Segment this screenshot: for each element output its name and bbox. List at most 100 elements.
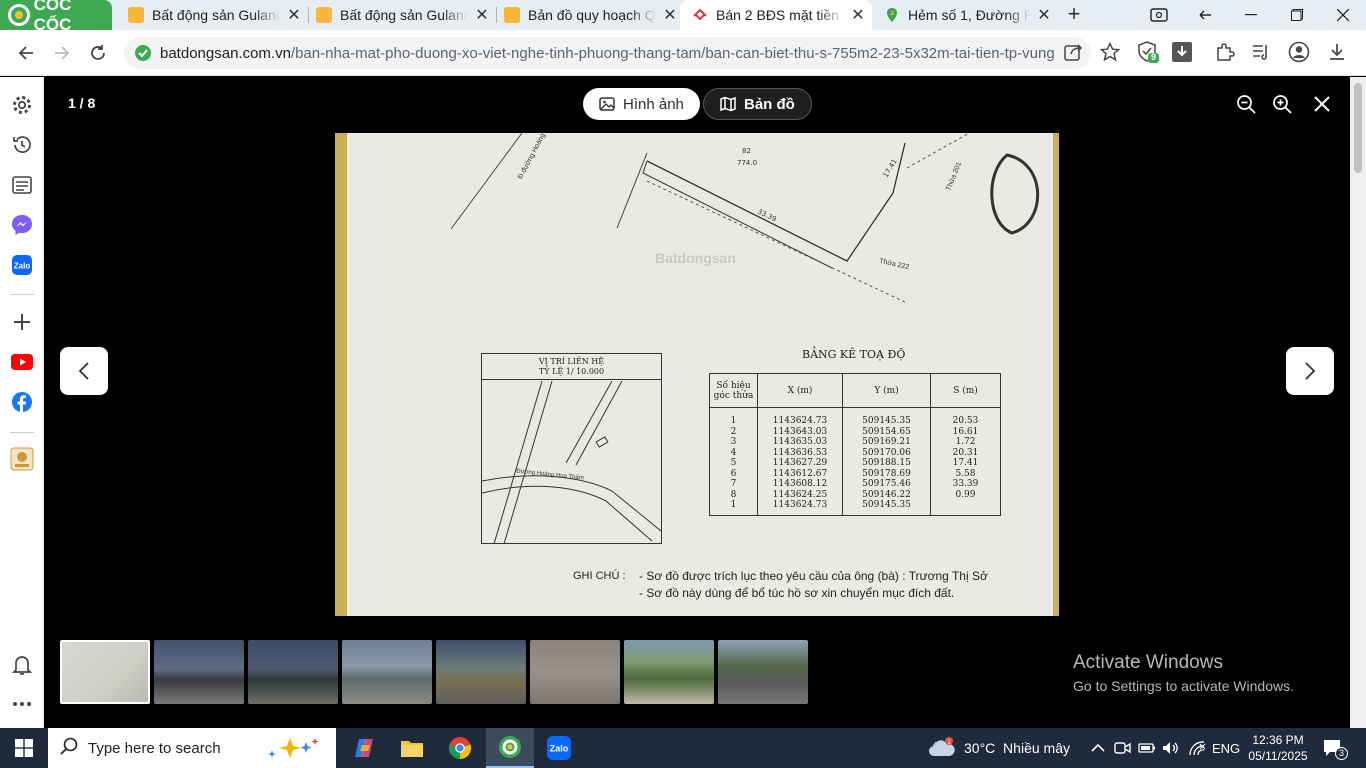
cell: 16.61 <box>930 426 1001 437</box>
downloads-icon[interactable] <box>1325 40 1349 64</box>
previous-image-button[interactable] <box>60 347 108 395</box>
url-text[interactable]: batdongsan.com.vn/ban-nha-mat-pho-duong-… <box>160 45 1055 62</box>
minimize-button[interactable] <box>1228 0 1274 30</box>
tab-title: Hẻm số 1, Đường Ph <box>908 7 1030 23</box>
sidebar-divider <box>10 294 34 295</box>
coccoc-taskbar-icon[interactable] <box>486 728 534 768</box>
cell: 5.58 <box>930 468 1001 479</box>
language-indicator[interactable]: ENG <box>1212 728 1240 768</box>
meet-now-icon[interactable] <box>1114 728 1132 768</box>
taskbar-search-input[interactable]: Type here to search <box>48 728 336 768</box>
adblock-shield-icon[interactable]: 9 <box>1136 40 1160 64</box>
close-viewer-icon[interactable] <box>1311 93 1333 115</box>
svg-text:Zalo: Zalo <box>550 744 569 754</box>
notification-bell-icon[interactable] <box>10 653 34 677</box>
extensions-puzzle-icon[interactable] <box>1213 40 1237 64</box>
history-icon[interactable] <box>10 133 34 157</box>
image-counter: 1 / 8 <box>68 95 96 111</box>
back-button[interactable] <box>11 38 41 68</box>
table-row: 5 1143627.29 509188.15 17.41 <box>709 458 1001 469</box>
thumbnail-8[interactable] <box>718 640 808 704</box>
chrome-icon[interactable] <box>436 728 484 768</box>
chevron-left-icon <box>78 362 89 380</box>
network-icon[interactable] <box>1188 728 1206 768</box>
close-window-button[interactable] <box>1320 0 1366 30</box>
coordinate-table: Số hiệu góc thửa X (m) Y (m) S (m) 1 1143… <box>709 373 1001 516</box>
close-tab-icon[interactable]: ✕ <box>850 5 866 25</box>
thumbnail-7[interactable] <box>624 640 714 704</box>
close-tab-icon[interactable]: ✕ <box>286 5 302 25</box>
facebook-icon[interactable] <box>10 390 34 414</box>
map-mode-button[interactable]: Bản đồ <box>703 88 812 120</box>
maximize-button[interactable] <box>1274 0 1320 30</box>
file-explorer-icon[interactable] <box>388 728 436 768</box>
browser-logo[interactable]: CỐC CỐC <box>0 0 112 34</box>
url-host: batdongsan.com.vn <box>160 44 291 62</box>
table-row: 1 1143624.73 509145.35 20.53 <box>709 407 1001 427</box>
cell: 4 <box>709 447 758 458</box>
thumbnail-2[interactable] <box>154 640 244 704</box>
thumbnail-5[interactable] <box>436 640 526 704</box>
images-mode-button[interactable]: Hình ảnh <box>583 88 700 120</box>
copilot-icon[interactable] <box>340 728 388 768</box>
add-sidebar-app-icon[interactable] <box>10 310 34 334</box>
zalo-taskbar-icon[interactable]: Zalo <box>535 728 583 768</box>
location-map-drawing <box>482 381 661 544</box>
cell <box>930 500 1001 516</box>
reading-list-sidebar-icon[interactable] <box>10 173 34 197</box>
custom-app-icon[interactable] <box>10 447 34 471</box>
zalo-icon[interactable]: Zalo <box>10 253 34 277</box>
thumbnail-4[interactable] <box>342 640 432 704</box>
next-image-button[interactable] <box>1286 347 1334 395</box>
messenger-icon[interactable] <box>10 213 34 237</box>
share-icon[interactable] <box>1062 40 1086 64</box>
youtube-icon[interactable] <box>10 350 34 374</box>
cell: 20.53 <box>930 407 1001 427</box>
tab-title: Bản đồ quy hoạch Q <box>528 7 656 23</box>
scrollbar-thumb[interactable] <box>1354 83 1362 173</box>
zoom-out-icon[interactable] <box>1235 93 1257 115</box>
close-tab-icon[interactable]: ✕ <box>662 5 678 25</box>
address-bar[interactable]: batdongsan.com.vn/ban-nha-mat-pho-duong-… <box>124 37 1091 69</box>
tab-4-active[interactable]: Bán 2 BĐS mặt tiền ✕ <box>680 0 872 30</box>
close-tab-icon[interactable]: ✕ <box>474 5 490 25</box>
volume-icon[interactable] <box>1162 728 1180 768</box>
restore-session-icon[interactable] <box>1182 0 1228 30</box>
thumbnail-3[interactable] <box>248 640 338 704</box>
thumbnail-6[interactable] <box>530 640 620 704</box>
profile-avatar-icon[interactable] <box>1287 40 1311 64</box>
tab-search-icon[interactable] <box>1136 0 1182 30</box>
windows-start-icon[interactable] <box>0 728 48 768</box>
new-tab-button[interactable]: + <box>1062 2 1086 26</box>
svg-text:82: 82 <box>742 147 751 155</box>
cell: 1143643.03 <box>757 426 843 437</box>
zoom-in-icon[interactable] <box>1271 93 1293 115</box>
system-clock[interactable]: 12:36 PM 05/11/2025 <box>1246 732 1310 764</box>
scanned-document: 774.0 82 33.39 17.41 Batdongsan Thửa 222… <box>347 133 1053 616</box>
reload-button[interactable] <box>83 38 113 68</box>
tab-1[interactable]: Bất động sản Gulanc ✕ <box>116 0 308 30</box>
settings-gear-icon[interactable] <box>10 93 34 117</box>
notification-center-icon[interactable]: 3 <box>1322 728 1348 768</box>
more-options-icon[interactable] <box>10 692 34 716</box>
site-security-icon[interactable] <box>134 44 152 62</box>
windows-activation-watermark: Activate Windows Go to Settings to activ… <box>1073 652 1294 694</box>
forward-button[interactable] <box>47 38 77 68</box>
tab-title: Bất động sản Gulanc <box>340 7 468 23</box>
col-header-x: X (m) <box>757 373 843 408</box>
page-scrollbar[interactable] <box>1350 77 1366 728</box>
show-hidden-icons-chevron-icon[interactable] <box>1091 728 1105 768</box>
close-tab-icon[interactable]: ✕ <box>1036 5 1052 25</box>
map-title-line: VỊ TRÍ LIÊN HỆ <box>538 357 605 366</box>
tab-3[interactable]: Bản đồ quy hoạch Q ✕ <box>492 0 684 30</box>
battery-icon[interactable] <box>1138 728 1156 768</box>
table-row: 4 1143636.53 509170.06 20.31 <box>709 447 1001 458</box>
bookmark-star-icon[interactable] <box>1098 40 1122 64</box>
tab-2[interactable]: Bất động sản Gulanc ✕ <box>304 0 496 30</box>
cell: 1143635.03 <box>757 437 843 448</box>
download-video-icon[interactable] <box>1170 40 1194 64</box>
thumbnail-1[interactable] <box>60 640 150 704</box>
weather-widget[interactable]: 1 30°C Nhiều mây <box>928 728 1070 768</box>
reading-list-icon[interactable] <box>1249 40 1273 64</box>
tab-5[interactable]: Hẻm số 1, Đường Ph ✕ <box>872 0 1058 30</box>
